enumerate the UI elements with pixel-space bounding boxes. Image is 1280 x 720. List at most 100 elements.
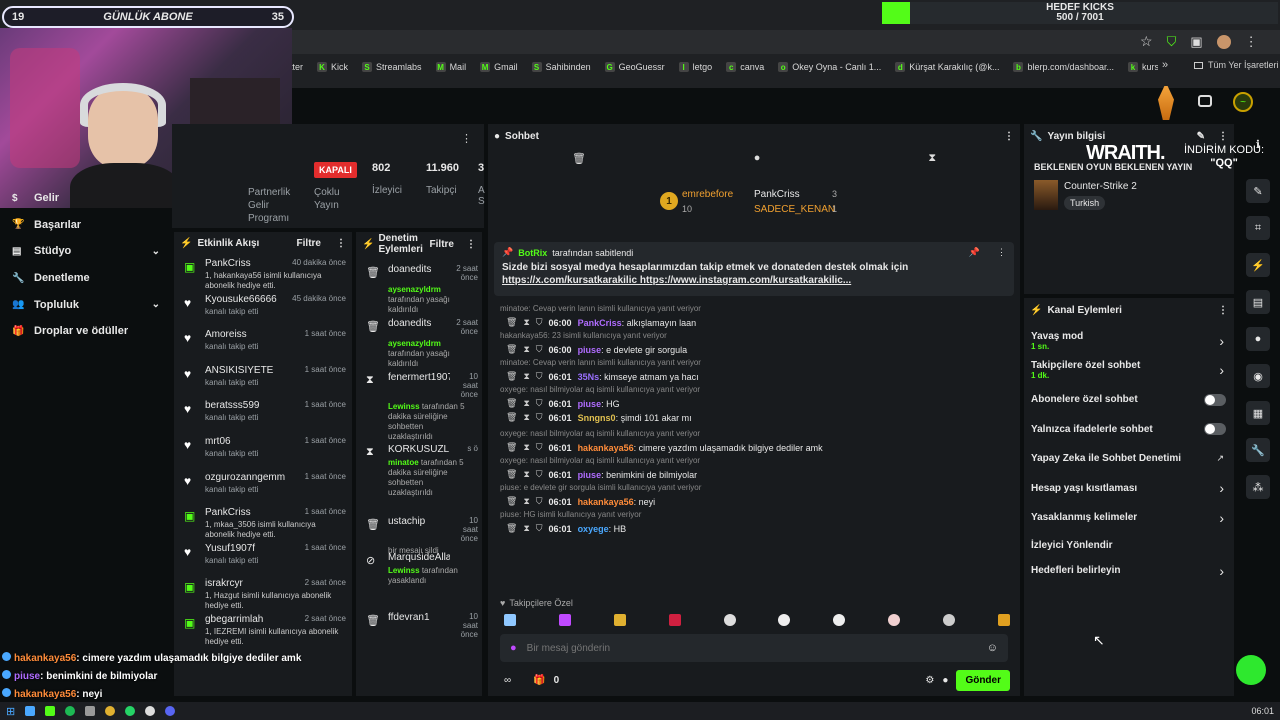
hourglass-icon[interactable]: ⧗ — [523, 523, 529, 534]
whatsapp-icon[interactable] — [125, 706, 136, 716]
message-username[interactable]: Snngns0 — [578, 413, 616, 423]
sidebar-item[interactable]: $ Gelir — [0, 185, 172, 212]
channel-avatar[interactable]: ~ — [1233, 92, 1253, 112]
bookmark-item[interactable]: M Gmail — [480, 62, 518, 72]
channel-action-item[interactable]: Takipçilere özel sohbet 1 dk. › — [1031, 356, 1228, 386]
activity-username[interactable]: ozgurozanngemm — [205, 472, 285, 483]
moderator-name[interactable]: aysenazyldrm — [388, 285, 441, 294]
hourglass-tab-icon[interactable]: ⧗ — [928, 152, 936, 165]
emote-4[interactable] — [668, 614, 681, 626]
message-username[interactable]: 35Ns — [578, 372, 600, 382]
channel-action-item[interactable]: Yalnızca ifadelerle sohbet — [1031, 415, 1228, 445]
channel-action-item[interactable]: Yavaş mod 1 sn. › — [1031, 326, 1228, 356]
pencil-icon[interactable]: ✎ — [1246, 179, 1270, 203]
hourglass-icon[interactable]: ⧗ — [523, 371, 529, 382]
emote-8[interactable] — [888, 614, 901, 626]
message-username[interactable]: piuse — [578, 345, 602, 355]
moderation-username[interactable]: fenermert1907 — [388, 372, 450, 399]
emote-6[interactable] — [778, 614, 791, 626]
obs-icon[interactable] — [145, 706, 156, 716]
hourglass-icon[interactable]: ⧗ — [523, 317, 529, 328]
chevron-right-icon[interactable]: › — [1219, 563, 1224, 579]
chevron-right-icon[interactable]: › — [1219, 333, 1224, 349]
hourglass-icon[interactable]: ⧗ — [523, 496, 529, 507]
channel-action-item[interactable]: Yapay Zeka ile Sohbet Denetimi ↗ — [1031, 444, 1228, 474]
activity-username[interactable]: gbegarrimlah — [205, 614, 263, 625]
channel-action-item[interactable]: Yasaklanmış kelimeler › — [1031, 503, 1228, 533]
star-icon[interactable]: ☆ — [1140, 33, 1153, 50]
bolt-icon[interactable]: ⚡ — [1246, 253, 1270, 277]
channel-action-item[interactable]: Hedefleri belirleyin › — [1031, 558, 1228, 584]
emote-1[interactable] — [504, 614, 516, 626]
chevron-right-icon[interactable]: › — [1219, 362, 1224, 378]
moderator-name[interactable]: Lewinss — [388, 402, 420, 411]
activity-menu-icon[interactable]: ⋮ — [336, 238, 346, 249]
bookmark-item[interactable]: S Streamlabs — [362, 62, 422, 72]
moderation-username[interactable]: ffdevran1 — [388, 612, 430, 639]
trash-icon[interactable]: 🗑 — [506, 442, 517, 453]
shield-icon[interactable]: ⛉ — [1167, 34, 1177, 50]
activity-username[interactable]: Amoreiss — [205, 329, 247, 340]
moderation-username[interactable]: KORKUSUZLIDER — [388, 444, 450, 455]
hourglass-icon[interactable]: ⧗ — [523, 398, 529, 409]
moderation-username[interactable]: doanedits — [388, 318, 431, 336]
activity-username[interactable]: mrt06 — [205, 436, 231, 447]
all-bookmarks-button[interactable]: Tüm Yer İşaretleri — [1194, 60, 1279, 70]
chrome-icon[interactable] — [105, 706, 116, 716]
broadcast-icon[interactable]: ◉ — [1246, 364, 1270, 388]
message-username[interactable]: piuse — [578, 399, 602, 409]
message-username[interactable]: hakankaya56 — [578, 443, 634, 453]
users-icon[interactable]: ⁂ — [1246, 475, 1270, 499]
bookmark-item[interactable]: c canva — [726, 62, 764, 72]
bookmark-item[interactable]: b blerp.com/dashboar... — [1013, 62, 1114, 72]
message-username[interactable]: piuse — [578, 470, 602, 480]
chat-input[interactable] — [526, 642, 977, 654]
activity-username[interactable]: PankCriss — [205, 258, 251, 269]
bookmark-item[interactable]: M Mail — [435, 62, 466, 72]
activity-username[interactable]: Kyousuke66666 — [205, 294, 277, 305]
sidebar-item[interactable]: 👥 Topluluk ⌄ — [0, 291, 172, 318]
floating-action-button[interactable] — [1236, 655, 1266, 685]
moderator-name[interactable]: aysenazyldrm — [388, 339, 441, 348]
start-icon[interactable]: ⊞ — [6, 705, 15, 718]
hourglass-icon[interactable]: ⧗ — [523, 442, 529, 453]
bookmarks-more-button[interactable]: » — [1162, 59, 1168, 71]
profile-avatar[interactable] — [1216, 34, 1231, 49]
wrench-icon[interactable]: 🔧 — [1246, 438, 1270, 462]
emoji-icon[interactable]: ☺ — [987, 642, 998, 654]
trash-icon[interactable]: 🗑 — [506, 523, 517, 534]
task-icon-1[interactable] — [25, 706, 36, 716]
trash-tab-icon[interactable]: 🗑 — [572, 152, 586, 165]
chevron-right-icon[interactable]: › — [1219, 510, 1224, 526]
game-name[interactable]: Counter-Strike 2 — [1064, 181, 1137, 192]
bookmark-item[interactable]: o Okey Oyna - Canlı 1... — [778, 62, 881, 72]
hourglass-icon[interactable]: ⧗ — [523, 344, 529, 355]
discord-icon[interactable] — [165, 706, 176, 716]
chevron-down-icon[interactable]: ⌄ — [152, 246, 160, 257]
activity-username[interactable]: Yusuf1907f — [205, 543, 255, 554]
moderation-menu-icon[interactable]: ⋮ — [466, 239, 476, 250]
trash-icon[interactable]: 🗑 — [506, 412, 517, 423]
info-icon[interactable]: ℹ — [1246, 132, 1270, 156]
activity-username[interactable]: PankCriss — [205, 507, 251, 518]
bookmark-item[interactable]: K Kick — [317, 62, 348, 72]
scan-icon[interactable]: ⌗ — [1246, 216, 1270, 240]
emote-9[interactable] — [943, 614, 955, 626]
chat-settings-icon[interactable]: ⚙ — [925, 675, 934, 686]
trash-icon[interactable]: 🗑 — [506, 496, 517, 507]
emote-3[interactable] — [613, 614, 626, 626]
pinned-links[interactable]: https://x.com/kursatkarakilic https://ww… — [502, 275, 1006, 286]
unpin-icon[interactable]: 📌 — [969, 247, 980, 258]
bookmark-item[interactable]: kkursatkarakilic - Kic... — [1128, 62, 1158, 72]
hourglass-icon[interactable]: ⧗ — [523, 469, 529, 480]
send-button[interactable]: Gönder — [956, 670, 1010, 691]
emote-2[interactable] — [558, 614, 571, 626]
moderation-filter-button[interactable]: Filtre — [430, 239, 454, 250]
external-link-icon[interactable]: ↗ — [1216, 453, 1224, 464]
chat-menu-icon[interactable]: ⋮ — [1004, 131, 1014, 142]
channel-action-item[interactable]: İzleyici Yönlendir — [1031, 533, 1228, 558]
trash-icon[interactable]: 🗑 — [506, 469, 517, 480]
toggle-switch[interactable] — [1204, 423, 1226, 436]
mic-icon[interactable]: ● — [510, 642, 517, 654]
task-icon-3[interactable] — [65, 706, 76, 716]
